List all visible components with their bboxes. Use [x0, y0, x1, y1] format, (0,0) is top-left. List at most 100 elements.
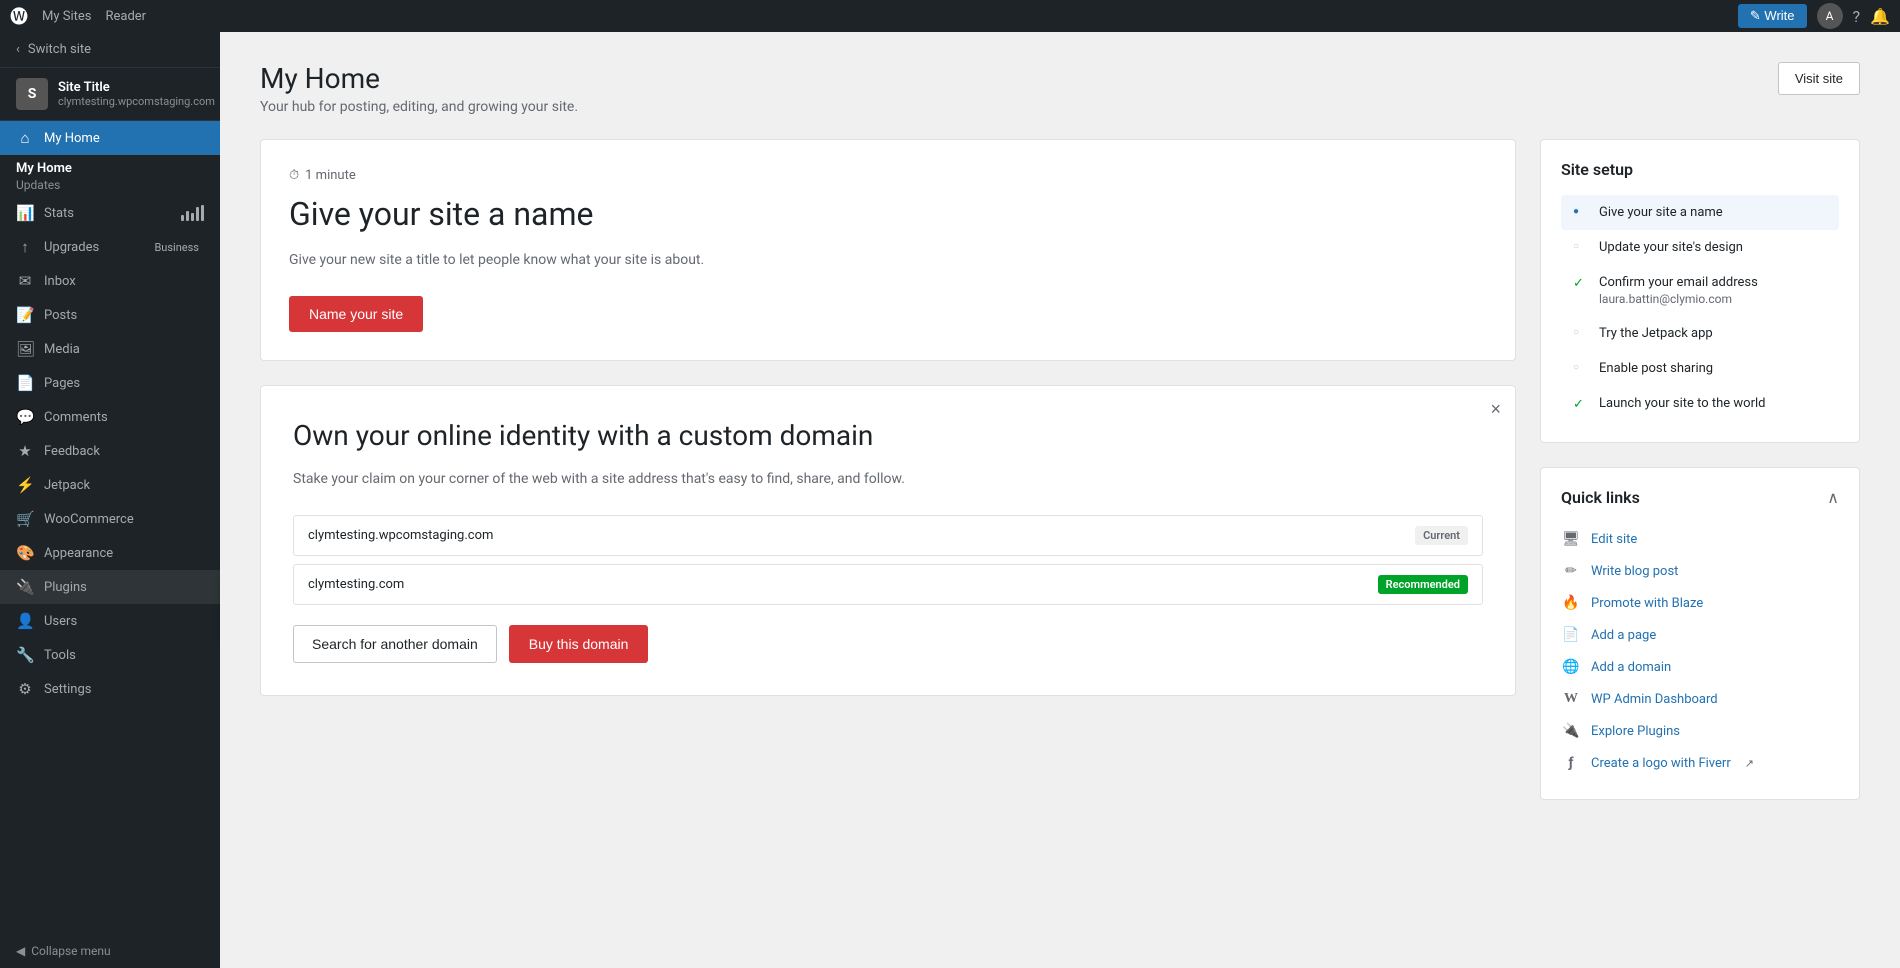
- check-icon-1: ✓: [1573, 276, 1589, 291]
- quick-link-add-domain[interactable]: 🌐 Add a domain: [1561, 651, 1839, 683]
- content-grid: ⏱ 1 minute Give your site a name Give yo…: [260, 139, 1860, 800]
- help-icon[interactable]: ?: [1853, 7, 1861, 26]
- collapse-label: Collapse menu: [31, 944, 110, 958]
- add-domain-icon: 🌐: [1561, 659, 1581, 675]
- media-icon: 🖼: [16, 340, 34, 358]
- sidebar-item-feedback[interactable]: ★ Feedback: [0, 434, 220, 468]
- sidebar-item-pages[interactable]: 📄 Pages: [0, 366, 220, 400]
- clock-icon: ⏱: [289, 168, 299, 183]
- setup-item-post-sharing[interactable]: ○ Enable post sharing: [1561, 351, 1839, 386]
- setup-item-confirm-email[interactable]: ✓ Confirm your email address laura.batti…: [1561, 265, 1839, 316]
- sidebar-item-tools[interactable]: 🔧 Tools: [0, 638, 220, 672]
- sidebar-item-settings[interactable]: ⚙ Settings: [0, 672, 220, 706]
- dot-icon-1: ○: [1573, 241, 1589, 252]
- wp-logo-icon[interactable]: 🅦: [10, 3, 28, 29]
- edit-site-icon: 🖥: [1561, 531, 1581, 547]
- site-name: Site Title: [58, 80, 215, 95]
- domain-row-current: clymtesting.wpcomstaging.com Current: [293, 515, 1483, 556]
- stats-bar-5: [201, 205, 204, 221]
- setup-item-update-design[interactable]: ○ Update your site's design: [1561, 230, 1839, 265]
- quick-link-promote-blaze[interactable]: 🔥 Promote with Blaze: [1561, 587, 1839, 619]
- business-badge: Business: [149, 240, 204, 255]
- explore-plugins-icon: 🔌: [1561, 723, 1581, 739]
- sidebar-label-woocommerce: WooCommerce: [44, 512, 204, 527]
- sidebar-item-comments[interactable]: 💬 Comments: [0, 400, 220, 434]
- chevron-left-icon: ‹: [16, 42, 20, 57]
- sidebar-label-plugins: Plugins: [44, 580, 204, 595]
- updates-link[interactable]: Updates: [16, 176, 204, 194]
- close-button[interactable]: ×: [1490, 400, 1501, 418]
- quick-link-label-wp-admin: WP Admin Dashboard: [1591, 692, 1718, 707]
- main-content: My Home Your hub for posting, editing, a…: [220, 32, 1900, 968]
- sidebar-label-stats: Stats: [44, 206, 171, 221]
- quick-link-wp-admin[interactable]: W WP Admin Dashboard: [1561, 683, 1839, 715]
- write-post-icon: ✏: [1561, 563, 1581, 579]
- quick-link-edit-site[interactable]: 🖥 Edit site: [1561, 523, 1839, 555]
- sidebar-item-appearance[interactable]: 🎨 Appearance: [0, 536, 220, 570]
- home-icon: ⌂: [16, 129, 34, 147]
- sidebar-label-appearance: Appearance: [44, 546, 204, 561]
- sidebar-label-tools: Tools: [44, 648, 204, 663]
- switch-site-button[interactable]: ‹ Switch site: [0, 32, 220, 68]
- setup-item-launch-site[interactable]: ✓ Launch your site to the world: [1561, 386, 1839, 422]
- setup-item-jetpack-app[interactable]: ○ Try the Jetpack app: [1561, 316, 1839, 351]
- sidebar-label-upgrades: Upgrades: [44, 240, 139, 255]
- quick-links-header: Quick links ∧: [1561, 488, 1839, 507]
- setup-label-jetpack-app: Try the Jetpack app: [1599, 326, 1713, 341]
- sidebar-item-woocommerce[interactable]: 🛒 WooCommerce: [0, 502, 220, 536]
- quick-link-write-post[interactable]: ✏ Write blog post: [1561, 555, 1839, 587]
- external-link-icon: ↗: [1745, 757, 1754, 770]
- topbar-my-sites[interactable]: My Sites: [42, 9, 91, 24]
- avatar[interactable]: A: [1817, 3, 1843, 29]
- name-your-site-button[interactable]: Name your site: [289, 296, 423, 332]
- stats-icon: 📊: [16, 204, 34, 222]
- buy-domain-button[interactable]: Buy this domain: [509, 625, 649, 663]
- quick-link-label-add-page: Add a page: [1591, 628, 1656, 643]
- topbar-reader[interactable]: Reader: [105, 9, 146, 24]
- sidebar-item-jetpack[interactable]: ⚡ Jetpack: [0, 468, 220, 502]
- page-subtitle: Your hub for posting, editing, and growi…: [260, 99, 578, 115]
- notifications-icon[interactable]: 🔔: [1870, 7, 1890, 26]
- quick-link-label-fiverr: Create a logo with Fiverr: [1591, 756, 1731, 771]
- sidebar-item-upgrades[interactable]: ↑ Upgrades Business: [0, 230, 220, 264]
- collapse-menu-button[interactable]: ◀ Collapse menu: [0, 934, 220, 968]
- stats-bar-4: [196, 207, 199, 221]
- page-title: My Home: [260, 62, 578, 95]
- plugins-wrapper: 🔌 Plugins Add New Installed Plugins: [0, 570, 220, 604]
- pages-icon: 📄: [16, 374, 34, 392]
- sidebar-item-users[interactable]: 👤 Users: [0, 604, 220, 638]
- quick-link-explore-plugins[interactable]: 🔌 Explore Plugins: [1561, 715, 1839, 747]
- setup-item-give-name[interactable]: ● Give your site a name: [1561, 195, 1839, 230]
- search-domain-button[interactable]: Search for another domain: [293, 625, 497, 663]
- quick-links-card: Quick links ∧ 🖥 Edit site ✏ Write blog p…: [1540, 467, 1860, 800]
- visit-site-button[interactable]: Visit site: [1778, 62, 1860, 95]
- settings-icon: ⚙: [16, 680, 34, 698]
- quick-links-collapse-button[interactable]: ∧: [1827, 488, 1839, 507]
- setup-label-launch-site: Launch your site to the world: [1599, 396, 1766, 411]
- collapse-icon: ◀: [16, 944, 25, 958]
- domain-card-description: Stake your claim on your corner of the w…: [293, 468, 1483, 490]
- quick-links-title: Quick links: [1561, 488, 1640, 507]
- left-column: ⏱ 1 minute Give your site a name Give yo…: [260, 139, 1516, 800]
- sidebar-item-media[interactable]: 🖼 Media: [0, 332, 220, 366]
- card-description: Give your new site a title to let people…: [289, 249, 1487, 271]
- check-icon-2: ✓: [1573, 397, 1589, 412]
- domain-badge-current: Current: [1415, 526, 1468, 545]
- sidebar-item-inbox[interactable]: ✉ Inbox: [0, 264, 220, 298]
- setup-label-confirm-email: Confirm your email address: [1599, 275, 1758, 290]
- write-button[interactable]: ✎ Write: [1738, 4, 1807, 28]
- sidebar: ‹ Switch site S Site Title clymtesting.w…: [0, 32, 220, 968]
- quick-link-add-page[interactable]: 📄 Add a page: [1561, 619, 1839, 651]
- sidebar-label-settings: Settings: [44, 682, 204, 697]
- quick-link-fiverr-logo[interactable]: ƒ Create a logo with Fiverr ↗: [1561, 747, 1839, 779]
- stats-mini-chart: [181, 205, 204, 221]
- sidebar-item-plugins[interactable]: 🔌 Plugins: [0, 570, 220, 604]
- sidebar-item-posts[interactable]: 📝 Posts: [0, 298, 220, 332]
- sidebar-item-my-home[interactable]: ⌂ My Home: [0, 121, 220, 155]
- users-icon: 👤: [16, 612, 34, 630]
- sidebar-item-stats[interactable]: 📊 Stats: [0, 196, 220, 230]
- feedback-icon: ★: [16, 442, 34, 460]
- sidebar-label-feedback: Feedback: [44, 444, 204, 459]
- domain-card: × Own your online identity with a custom…: [260, 385, 1516, 696]
- topbar-left: 🅦 My Sites Reader: [10, 3, 146, 29]
